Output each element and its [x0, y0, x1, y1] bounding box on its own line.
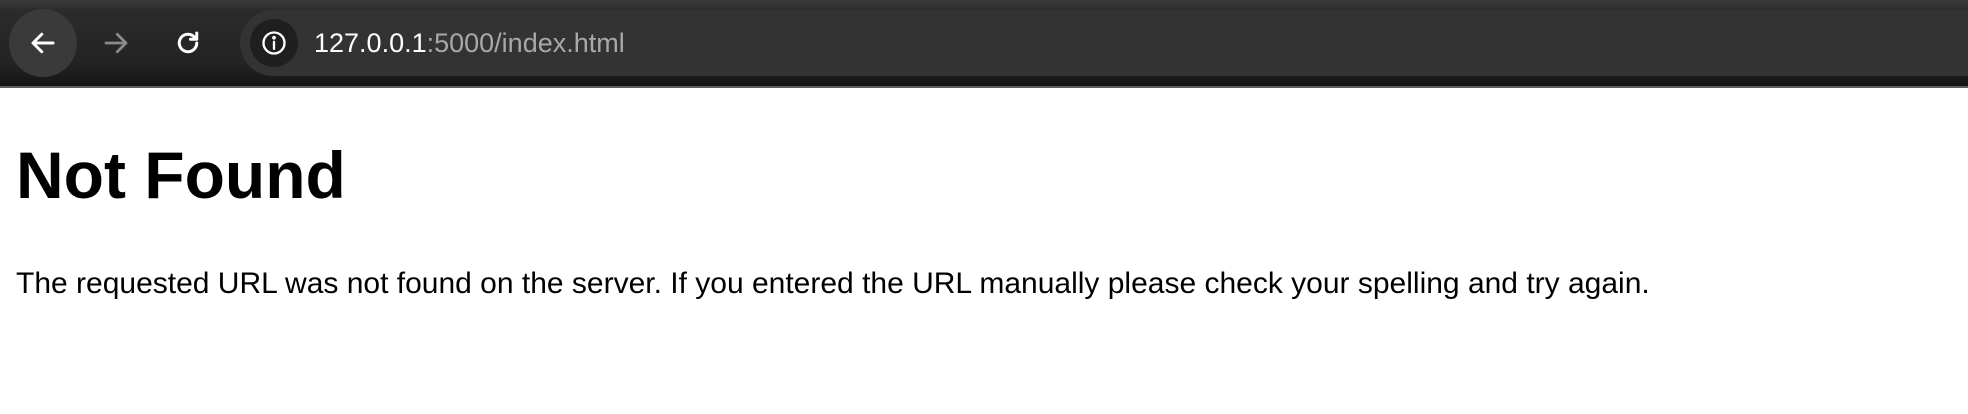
arrow-right-icon — [104, 32, 128, 54]
site-info-button[interactable] — [250, 19, 298, 67]
page-title: Not Found — [16, 138, 346, 212]
url-text[interactable]: 127.0.0.1:5000/index.html — [314, 10, 625, 76]
arrow-left-icon — [31, 32, 55, 54]
url-host: 127.0.0.1 — [314, 28, 427, 58]
url-path: :5000/index.html — [426, 28, 625, 58]
back-button[interactable] — [9, 9, 77, 77]
info-icon — [262, 31, 286, 55]
address-bar[interactable]: 127.0.0.1:5000/index.html — [240, 10, 1968, 76]
error-message: The requested URL was not found on the s… — [16, 267, 1650, 300]
forward-button[interactable] — [82, 9, 150, 77]
browser-toolbar: 127.0.0.1:5000/index.html — [0, 0, 1968, 88]
reload-button[interactable] — [154, 9, 222, 77]
reload-icon — [177, 31, 199, 54]
page-content: Not Found The requested URL was not foun… — [16, 88, 1946, 302]
